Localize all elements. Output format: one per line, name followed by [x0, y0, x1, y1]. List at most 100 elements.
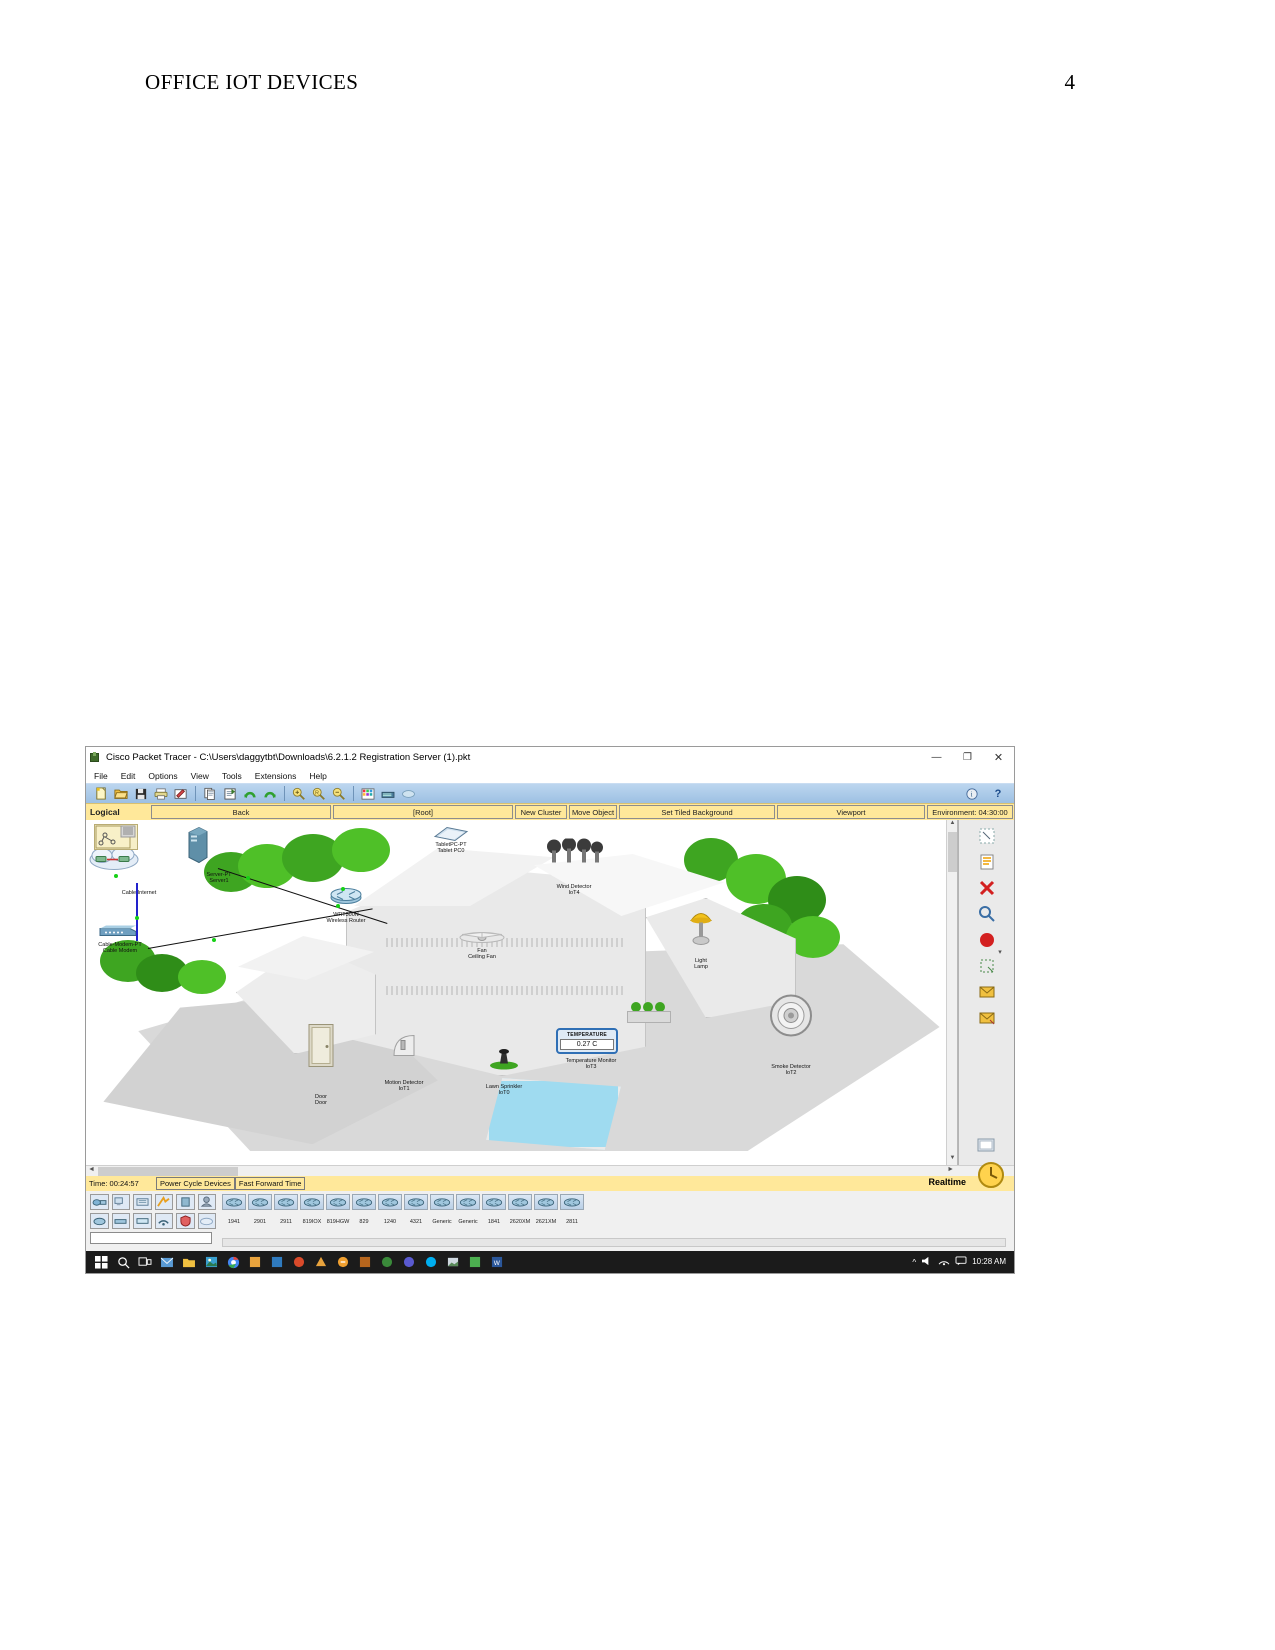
- scroll-right-arrow[interactable]: ►: [947, 1166, 954, 1173]
- task-view-icon[interactable]: [134, 1252, 156, 1272]
- new-file-icon[interactable]: [91, 785, 111, 803]
- inspect-tool-icon[interactable]: [977, 904, 997, 924]
- start-icon[interactable]: [90, 1252, 112, 1272]
- help-icon[interactable]: ?: [988, 785, 1008, 803]
- menu-item-file[interactable]: File: [94, 771, 108, 781]
- network-icon[interactable]: [938, 1253, 950, 1271]
- security-icon[interactable]: [176, 1213, 195, 1229]
- root-button[interactable]: [Root]: [333, 805, 513, 819]
- device-search-input[interactable]: [90, 1232, 212, 1244]
- door-icon[interactable]: [308, 1024, 334, 1073]
- network-info-icon[interactable]: [398, 785, 418, 803]
- scrollbar-thumb-h[interactable]: [98, 1167, 238, 1176]
- packet-tracer-icon[interactable]: [464, 1252, 486, 1272]
- scrollbar-thumb[interactable]: [948, 832, 957, 872]
- grid-icon[interactable]: [332, 1252, 354, 1272]
- menu-item-help[interactable]: Help: [309, 771, 326, 781]
- app-icon-3[interactable]: [288, 1252, 310, 1272]
- palette-device[interactable]: 2911: [274, 1194, 298, 1228]
- volume-icon[interactable]: [921, 1253, 933, 1271]
- palette-device[interactable]: 1841: [482, 1194, 506, 1228]
- temperature-monitor-widget[interactable]: TEMPERATURE 0.27 C: [556, 1028, 618, 1054]
- chevron-up-icon[interactable]: ^: [912, 1258, 916, 1267]
- set-tiled-background-button[interactable]: Set Tiled Background: [619, 805, 775, 819]
- menu-item-view[interactable]: View: [191, 771, 209, 781]
- wireless-icon[interactable]: [154, 1213, 173, 1229]
- palette-device[interactable]: 2901: [248, 1194, 272, 1228]
- copy-icon[interactable]: [200, 785, 220, 803]
- smoke-detector-icon[interactable]: [769, 994, 813, 1043]
- scroll-up-arrow[interactable]: ▲: [948, 820, 957, 830]
- canvas-vertical-scrollbar[interactable]: ▲ ▼: [946, 820, 957, 1165]
- custom-devices-icon[interactable]: [378, 785, 398, 803]
- mail-icon[interactable]: [156, 1252, 178, 1272]
- palette-device[interactable]: 2621XM: [534, 1194, 558, 1228]
- scenario-tool-icon[interactable]: [977, 1135, 997, 1155]
- palette-device[interactable]: 1941: [222, 1194, 246, 1228]
- logical-canvas[interactable]: Cable Internet Server-PT Server1 Cable-M…: [86, 820, 958, 1165]
- message-icon[interactable]: [955, 1253, 967, 1271]
- menu-item-edit[interactable]: Edit: [121, 771, 136, 781]
- sprinkler-icon[interactable]: [489, 1042, 519, 1075]
- paste-icon[interactable]: [220, 785, 240, 803]
- switches-icon[interactable]: [111, 1213, 130, 1229]
- skype-icon[interactable]: [420, 1252, 442, 1272]
- realtime-clock-icon[interactable]: [976, 1160, 1006, 1192]
- undo-icon[interactable]: [240, 785, 260, 803]
- delete-tool-icon[interactable]: [977, 878, 997, 898]
- end-devices-icon[interactable]: [111, 1194, 130, 1210]
- print-icon[interactable]: [151, 785, 171, 803]
- open-folder-icon[interactable]: [111, 785, 131, 803]
- lamp-icon[interactable]: [688, 907, 714, 954]
- palette-device[interactable]: Generic: [456, 1194, 480, 1228]
- motion-detector-icon[interactable]: [390, 1032, 418, 1065]
- fast-forward-time-button[interactable]: Fast Forward Time: [234, 1177, 306, 1190]
- menu-item-extensions[interactable]: Extensions: [255, 771, 297, 781]
- scroll-down-arrow[interactable]: ▼: [948, 1155, 957, 1165]
- search-icon[interactable]: [112, 1252, 134, 1272]
- paint-icon[interactable]: [376, 1252, 398, 1272]
- connections-icon[interactable]: [154, 1194, 173, 1210]
- select-tool-icon[interactable]: [977, 826, 997, 846]
- chevron-down-icon[interactable]: ▾: [990, 942, 1010, 962]
- routers-icon[interactable]: [90, 1213, 109, 1229]
- palette-device[interactable]: 819HGW: [326, 1194, 350, 1228]
- power-cycle-devices-button[interactable]: Power Cycle Devices: [156, 1177, 235, 1190]
- add-simple-pdu-icon[interactable]: [977, 982, 997, 1002]
- palette-device[interactable]: 819IOX: [300, 1194, 324, 1228]
- palette-device[interactable]: 829: [352, 1194, 376, 1228]
- miscellaneous-icon[interactable]: [176, 1194, 195, 1210]
- hubs-icon[interactable]: [133, 1213, 152, 1229]
- menu-item-options[interactable]: Options: [148, 771, 177, 781]
- viewport-button[interactable]: Viewport: [777, 805, 925, 819]
- minimize-button[interactable]: —: [921, 747, 952, 768]
- zoom-reset-icon[interactable]: R: [309, 785, 329, 803]
- palette-device[interactable]: Generic: [430, 1194, 454, 1228]
- scroll-left-arrow[interactable]: ◄: [88, 1166, 95, 1173]
- word-icon[interactable]: W: [486, 1252, 508, 1272]
- back-button[interactable]: Back: [151, 805, 331, 819]
- wan-emulation-icon[interactable]: [197, 1213, 216, 1229]
- wind-detector-icon[interactable]: [545, 837, 603, 870]
- folder-icon[interactable]: [178, 1252, 200, 1272]
- move-object-button[interactable]: Move Object: [569, 805, 617, 819]
- logical-mode-label[interactable]: Logical: [86, 804, 150, 820]
- maximize-button[interactable]: ❐: [952, 747, 983, 768]
- activity-wizard-icon[interactable]: [171, 785, 191, 803]
- search-app-icon[interactable]: [310, 1252, 332, 1272]
- taskbar-clock[interactable]: 10:28 AM: [972, 1258, 1006, 1266]
- palette-icon[interactable]: [358, 785, 378, 803]
- modem-icon[interactable]: [98, 924, 138, 943]
- menu-item-tools[interactable]: Tools: [222, 771, 242, 781]
- palette-horizontal-scrollbar[interactable]: [222, 1238, 1006, 1247]
- app-icon-1[interactable]: [244, 1252, 266, 1272]
- place-note-icon[interactable]: [977, 852, 997, 872]
- redo-icon[interactable]: [260, 785, 280, 803]
- multiuser-icon[interactable]: [197, 1194, 216, 1210]
- info-icon[interactable]: i: [962, 785, 982, 803]
- image-icon[interactable]: [442, 1252, 464, 1272]
- canvas-horizontal-scrollbar[interactable]: ◄ ►: [86, 1165, 1014, 1176]
- zoom-out-icon[interactable]: [329, 785, 349, 803]
- palette-device[interactable]: 2811: [560, 1194, 584, 1228]
- teams-icon[interactable]: [398, 1252, 420, 1272]
